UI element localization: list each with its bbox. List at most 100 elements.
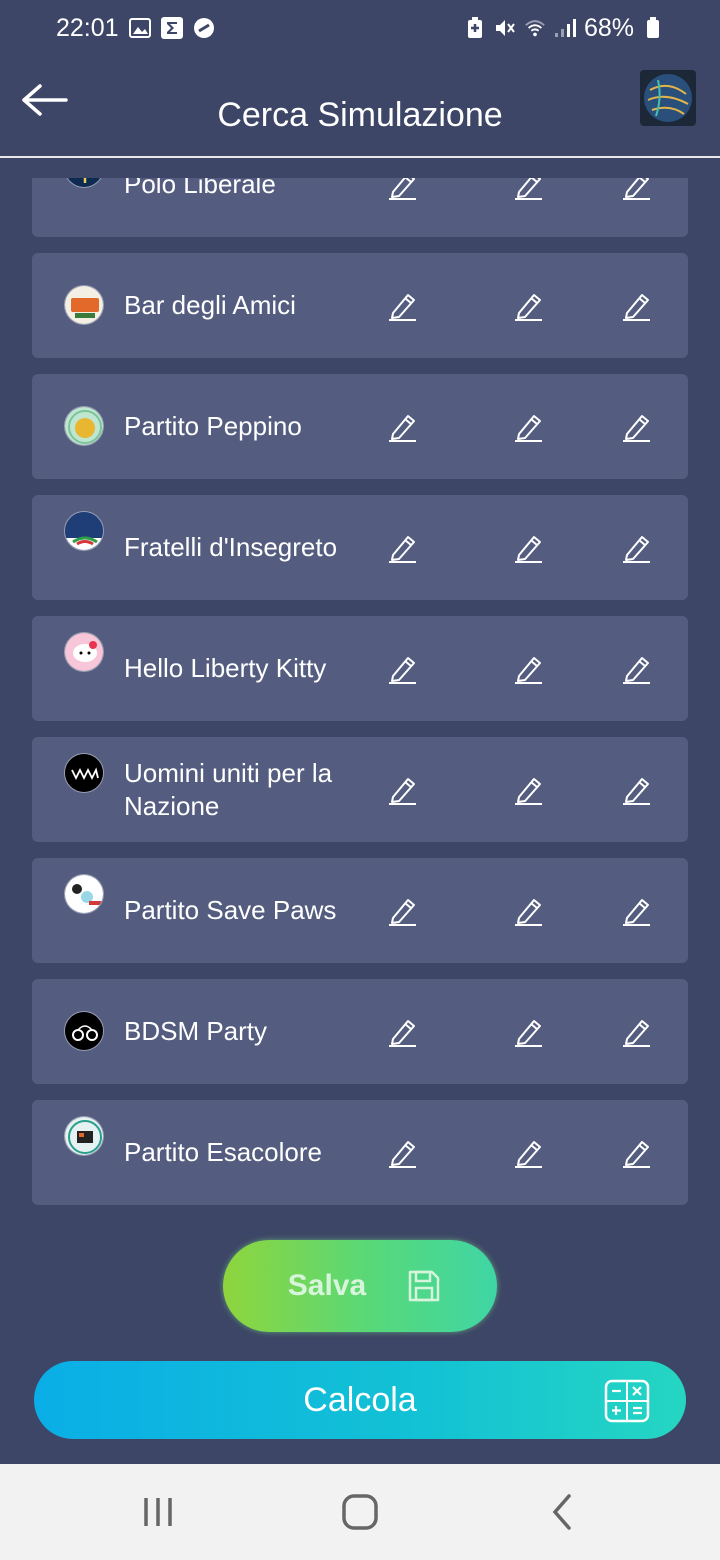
- party-row: Partito Peppino: [32, 374, 688, 479]
- pencil-icon: [389, 657, 416, 684]
- edit-button[interactable]: [388, 1017, 418, 1047]
- party-row: Fratelli d'Insegreto: [32, 495, 688, 600]
- pencil-icon: [515, 657, 542, 684]
- sigma-icon: [160, 17, 183, 39]
- pencil-icon: [623, 415, 650, 442]
- blocked-icon: [193, 17, 215, 39]
- page-title: Cerca Simulazione: [217, 96, 503, 134]
- pencil-icon: [623, 1141, 650, 1168]
- edit-button[interactable]: [622, 896, 652, 926]
- pencil-icon: [515, 778, 542, 805]
- chevron-left-icon: [552, 1494, 571, 1530]
- battery-percent: 68%: [583, 13, 634, 42]
- pencil-icon: [515, 415, 542, 442]
- pencil-icon: [623, 778, 650, 805]
- edit-button[interactable]: [388, 775, 418, 805]
- app-logo: [640, 70, 696, 126]
- pencil-icon: [515, 899, 542, 926]
- pencil-icon: [623, 294, 650, 321]
- edit-button[interactable]: [622, 412, 652, 442]
- polo-liberale-logo: [64, 178, 104, 188]
- edit-button[interactable]: [514, 412, 544, 442]
- edit-button[interactable]: [514, 896, 544, 926]
- edit-button[interactable]: [388, 1138, 418, 1168]
- save-button-label: Salva: [287, 1269, 367, 1302]
- edit-button[interactable]: [388, 178, 418, 200]
- battery-icon: [642, 17, 664, 39]
- wifi-icon: [524, 17, 546, 39]
- pencil-icon: [515, 536, 542, 563]
- edit-button[interactable]: [622, 178, 652, 200]
- pencil-icon: [389, 415, 416, 442]
- edit-button[interactable]: [514, 533, 544, 563]
- status-bar: 22:01 68%: [0, 0, 720, 56]
- party-name: Bar degli Amici: [124, 290, 296, 320]
- mute-icon: [494, 17, 516, 39]
- save-button[interactable]: Salva: [223, 1240, 497, 1332]
- edit-button[interactable]: [388, 291, 418, 321]
- party-name: Partito Save Paws: [124, 895, 337, 925]
- edit-button[interactable]: [622, 291, 652, 321]
- edit-button[interactable]: [622, 533, 652, 563]
- status-time: 22:01: [56, 13, 119, 42]
- edit-button[interactable]: [388, 896, 418, 926]
- edit-button[interactable]: [388, 412, 418, 442]
- floppy-disk-icon: [408, 1270, 440, 1302]
- edit-button[interactable]: [622, 1017, 652, 1047]
- edit-button[interactable]: [388, 654, 418, 684]
- pencil-icon: [515, 1020, 542, 1047]
- edit-button[interactable]: [514, 1138, 544, 1168]
- party-list[interactable]: Polo Liberale Bar degli Amici Partito Pe…: [0, 178, 720, 1228]
- party-name: Polo Liberale: [124, 178, 276, 199]
- party-row: Polo Liberale: [32, 178, 688, 237]
- pencil-icon: [389, 178, 416, 200]
- calculate-button[interactable]: Calcola: [34, 1361, 686, 1439]
- gallery-icon: [128, 17, 151, 39]
- fratelli-insegreto-logo: [64, 511, 104, 551]
- pencil-icon: [389, 536, 416, 563]
- pencil-icon: [389, 294, 416, 321]
- party-name: Fratelli d'Insegreto: [124, 532, 338, 562]
- party-name: Uomini uniti per la Nazione: [124, 757, 333, 821]
- system-back-button[interactable]: [545, 1494, 585, 1530]
- home-button[interactable]: [340, 1494, 380, 1530]
- party-name: Partito Esacolore: [124, 1137, 322, 1167]
- edit-button[interactable]: [622, 654, 652, 684]
- party-row: Uomini uniti per la Nazione: [32, 737, 688, 842]
- recent-apps-button[interactable]: [140, 1494, 180, 1530]
- pencil-icon: [389, 1141, 416, 1168]
- bar-degli-amici-logo: [64, 285, 104, 325]
- signal-icon: [554, 17, 576, 39]
- party-row: Hello Liberty Kitty: [32, 616, 688, 721]
- uomini-uniti-logo: [64, 753, 104, 793]
- pencil-icon: [623, 536, 650, 563]
- pencil-icon: [515, 294, 542, 321]
- edit-button[interactable]: [514, 291, 544, 321]
- party-name: BDSM Party: [124, 1016, 268, 1046]
- edit-button[interactable]: [622, 775, 652, 805]
- party-name: Partito Peppino: [124, 411, 302, 441]
- save-paws-logo: [64, 874, 104, 914]
- partito-peppino-logo: [64, 406, 104, 446]
- edit-button[interactable]: [514, 654, 544, 684]
- edit-button[interactable]: [622, 1138, 652, 1168]
- edit-button[interactable]: [388, 533, 418, 563]
- esacolore-logo: [64, 1116, 104, 1156]
- pencil-icon: [389, 1020, 416, 1047]
- recent-apps-icon: [144, 1498, 172, 1526]
- pencil-icon: [623, 899, 650, 926]
- pencil-icon: [389, 899, 416, 926]
- bdsm-party-logo: [64, 1011, 104, 1051]
- edit-button[interactable]: [514, 775, 544, 805]
- party-row: Partito Save Paws: [32, 858, 688, 963]
- edit-button[interactable]: [514, 1017, 544, 1047]
- calculator-icon: [604, 1379, 650, 1423]
- party-row: BDSM Party: [32, 979, 688, 1084]
- party-name: Hello Liberty Kitty: [124, 653, 327, 683]
- party-row: Partito Esacolore: [32, 1100, 688, 1205]
- system-nav-bar: [0, 1464, 720, 1560]
- edit-button[interactable]: [514, 178, 544, 200]
- pencil-icon: [389, 778, 416, 805]
- app-header: Cerca Simulazione: [0, 56, 720, 158]
- pencil-icon: [623, 178, 650, 200]
